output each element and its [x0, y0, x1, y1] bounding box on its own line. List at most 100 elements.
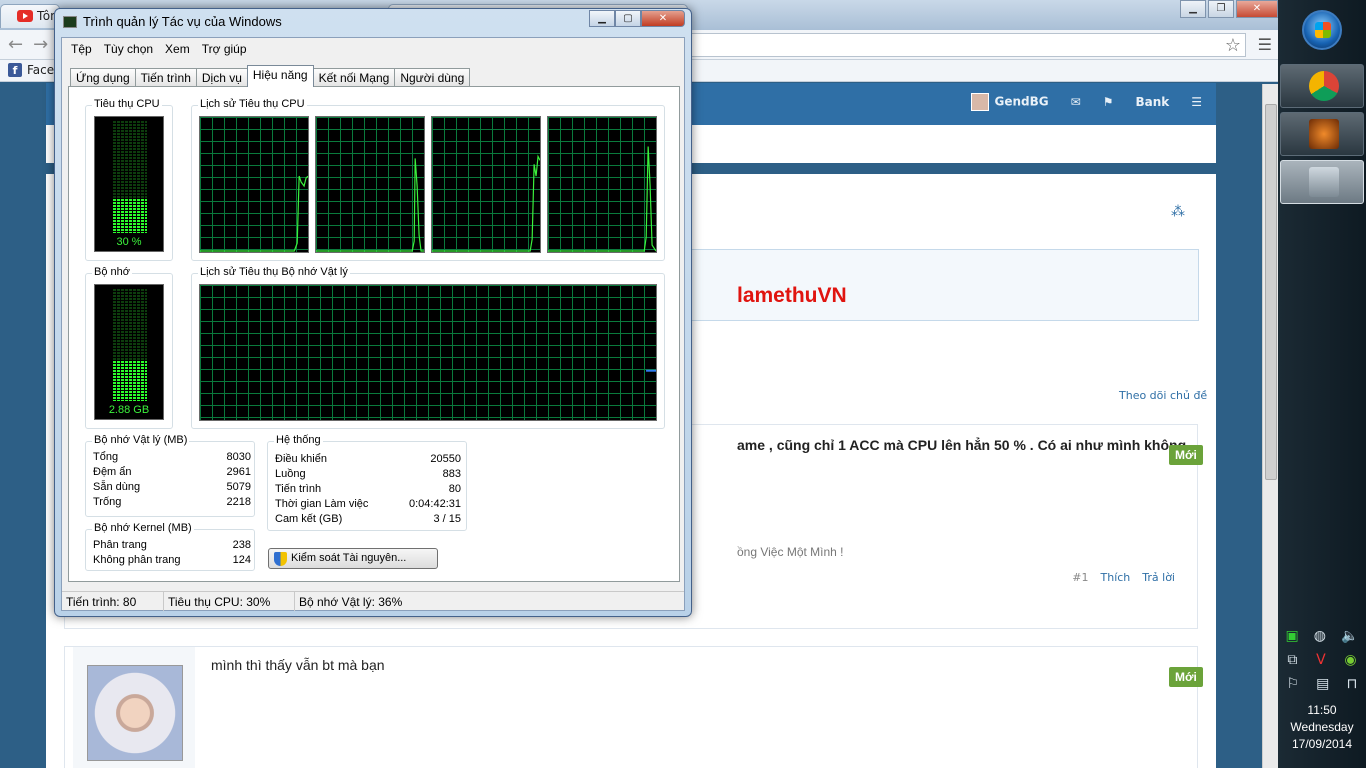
author-avatar[interactable] [87, 665, 183, 761]
stat-value: 238 [232, 539, 251, 551]
close-button[interactable]: ✕ [641, 10, 685, 27]
taskbar-task-manager[interactable] [1280, 160, 1364, 204]
post-number[interactable]: #1 [1072, 571, 1088, 584]
taskbar-chrome[interactable] [1280, 64, 1364, 108]
menu-help[interactable]: Trợ giúp [197, 39, 252, 59]
cpu-usage-group: Tiêu thụ CPU 30 % [85, 98, 173, 261]
post-signature: ồng Việc Một Mình ! [737, 545, 844, 559]
memory-label: Bộ nhớ [92, 266, 132, 278]
memory-meter-fill [113, 360, 147, 401]
clock-day: Wednesday [1290, 720, 1354, 734]
tray-nvidia-icon[interactable]: ◉ [1344, 652, 1356, 668]
inbox-icon[interactable]: ✉ [1071, 95, 1081, 109]
browser-close-button[interactable]: ✕ [1236, 0, 1278, 18]
maximize-button[interactable]: ▢ [615, 10, 641, 27]
physical-memory-group: Bộ nhớ Vật lý (MB) Tổng 8030 Đệm ẩn 2961 S… [85, 434, 255, 517]
stat-label: Điều khiển [275, 453, 327, 465]
alerts-flag-icon[interactable]: ⚑ [1103, 95, 1114, 109]
bookmark-star-icon[interactable]: ☆ [1225, 35, 1241, 56]
tray-v-app-icon[interactable]: V [1316, 652, 1326, 668]
back-forward-icons[interactable]: ←→ [8, 34, 58, 55]
minimize-button[interactable]: ▁ [589, 10, 615, 27]
stat-label: Thời gian Làm việc [275, 498, 369, 510]
scrollbar-thumb[interactable] [1265, 104, 1277, 480]
bookmark-facebook[interactable]: Facel [27, 63, 57, 77]
tray-keyboard-icon[interactable]: ▤ [1316, 676, 1329, 692]
page-scrollbar[interactable] [1262, 84, 1278, 768]
tab-performance[interactable]: Hiệu năng [246, 65, 314, 87]
taskbar-clock[interactable]: 11:50 Wednesday 17/09/2014 [1278, 702, 1366, 753]
bank-link[interactable]: Bank [1135, 95, 1169, 109]
memory-history-group: Lịch sử Tiêu thụ Bộ nhớ Vật lý [191, 266, 665, 429]
memory-history-label: Lịch sử Tiêu thụ Bộ nhớ Vật lý [198, 266, 350, 278]
resource-monitor-button[interactable]: Kiểm soát Tài nguyên... [268, 548, 438, 569]
tab-processes[interactable]: Tiến trình [134, 68, 197, 87]
system-tray: ▣ ◍ 🔈 ⧉ V ◉ ⚐ ▤ ⊓ [1278, 628, 1366, 700]
tray-volume-icon[interactable]: 🔈 [1341, 628, 1358, 644]
memory-meter-bars [113, 289, 147, 401]
start-button[interactable] [1302, 10, 1342, 50]
forum-user-nav: GendBG ✉ ⚑ Bank ☰ [970, 93, 1202, 111]
taskbar-game-app[interactable] [1280, 112, 1364, 156]
follow-thread-link[interactable]: Theo dõi chủ đề [1119, 389, 1207, 402]
browser-tab-youtube[interactable]: Tôn [0, 4, 60, 28]
like-link[interactable]: Thích [1101, 571, 1131, 584]
thread-title-box: lamethuVN [646, 249, 1199, 321]
resource-monitor-label: Kiểm soát Tài nguyên... [291, 552, 407, 564]
thread-title: lamethuVN [737, 284, 847, 307]
stat-row: Cam kết (GB) 3 / 15 [275, 512, 461, 527]
task-manager-window: Trình quản lý Tác vụ của Windows ▁ ▢ ✕ T… [54, 8, 692, 617]
stat-row: Trống 2218 [93, 495, 251, 510]
hamburger-menu-icon[interactable]: ☰ [1191, 95, 1202, 109]
post: mình thì thấy vẫn bt mà bạn Mới [64, 646, 1203, 768]
system-group: Hệ thống Điều khiển 20550 Luồng 883 Tiến t… [267, 434, 467, 531]
browser-restore-button[interactable]: ❐ [1208, 0, 1234, 18]
menu-options[interactable]: Tùy chọn [99, 39, 158, 59]
menu-view[interactable]: Xem [160, 39, 195, 59]
stat-value: 2218 [226, 496, 251, 508]
kernel-memory-list: Phân trang 238 Không phân trang 124 [93, 538, 251, 568]
task-manager-title-icon [63, 16, 77, 28]
youtube-icon [17, 10, 33, 22]
tab-applications[interactable]: Ứng dụng [70, 68, 136, 87]
tray-usb-icon[interactable]: ⊓ [1346, 676, 1357, 692]
user-avatar [970, 93, 989, 111]
tray-network-globe-icon[interactable]: ◍ [1314, 628, 1326, 644]
reply-link[interactable]: Trả lời [1142, 571, 1175, 584]
cpu-history-group: Lịch sử Tiêu thụ CPU [191, 98, 665, 261]
stat-row: Điều khiển 20550 [275, 452, 461, 467]
tray-action-center-flag-icon[interactable]: ⚐ [1287, 676, 1300, 692]
window-controls: ▁ ▢ ✕ [589, 10, 685, 27]
cpu-usage-value: 30 % [116, 236, 142, 248]
task-manager-body: Tệp Tùy chọn Xem Trợ giúp Ứng dụng Tiến … [61, 37, 685, 611]
post-message: ame , cũng chỉ 1 ACC mà CPU lên hẳn 50 %… [737, 437, 1187, 453]
stat-label: Sẵn dùng [93, 481, 141, 493]
post-author-box [73, 647, 195, 768]
tab-users[interactable]: Người dùng [394, 68, 471, 87]
address-bar[interactable]: ☆ [690, 33, 1246, 57]
window-title: Trình quản lý Tác vụ của Windows [83, 14, 282, 29]
stat-label: Đệm ẩn [93, 466, 132, 478]
status-bar: Tiến trình: 80 Tiêu thụ CPU: 30% Bộ nhớ … [62, 591, 684, 611]
browser-minimize-button[interactable]: ▁ [1180, 0, 1206, 18]
tray-network-icon[interactable]: ⧉ [1287, 652, 1297, 668]
memory-meter: 2.88 GB [94, 284, 164, 420]
cpu-meter-fill [113, 199, 147, 233]
cpu-history-label: Lịch sử Tiêu thụ CPU [198, 98, 307, 110]
tray-monitor-icon[interactable]: ▣ [1286, 628, 1299, 644]
memory-value: 2.88 GB [108, 404, 150, 416]
user-menu[interactable]: GendBG [970, 93, 1049, 111]
stat-row: Đệm ẩn 2961 [93, 465, 251, 480]
stat-row: Tiến trình 80 [275, 482, 461, 497]
sitemap-icon[interactable]: ⁂ [1171, 204, 1185, 220]
chrome-icon [1309, 71, 1339, 101]
menu-file[interactable]: Tệp [66, 39, 97, 59]
cpu-core-graph-3 [431, 116, 541, 253]
stat-value: 80 [448, 483, 461, 495]
tab-services[interactable]: Dịch vụ [195, 68, 248, 87]
memory-history-line [646, 369, 656, 372]
tab-networking[interactable]: Kết nối Mạng [312, 68, 396, 87]
stat-row: Thời gian Làm việc 0:04:42:31 [275, 497, 461, 512]
cpu-usage-meter: 30 % [94, 116, 164, 252]
browser-menu-icon[interactable]: ☰ [1258, 35, 1272, 54]
